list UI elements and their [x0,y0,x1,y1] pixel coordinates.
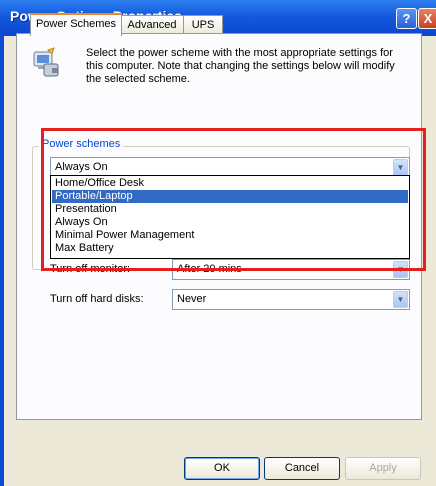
scheme-option-home-office-desk[interactable]: Home/Office Desk [52,177,408,190]
power-scheme-icon [30,46,64,80]
scheme-option-max-battery[interactable]: Max Battery [52,242,408,255]
scheme-option-portable-laptop[interactable]: Portable/Laptop [52,190,408,203]
chevron-down-icon[interactable]: ▼ [393,291,408,308]
tab-ups[interactable]: UPS [183,15,223,34]
scheme-option-minimal-power-management[interactable]: Minimal Power Management [52,229,408,242]
close-button[interactable]: X [418,8,436,29]
scheme-option-presentation[interactable]: Presentation [52,203,408,216]
chevron-down-icon[interactable]: ▼ [393,159,408,176]
ok-button[interactable]: OK [184,457,260,480]
tab-power-schemes[interactable]: Power Schemes [30,13,122,36]
power-schemes-group-label: Power schemes [39,138,124,150]
hard-disks-label: Turn off hard disks: [50,293,144,305]
monitor-label: Turn off monitor: [50,263,131,275]
apply-button[interactable]: Apply [345,457,421,480]
help-button[interactable]: ? [396,8,417,29]
cancel-button[interactable]: Cancel [264,457,340,480]
scheme-option-always-on[interactable]: Always On [52,216,408,229]
power-schemes-list[interactable]: Home/Office Desk Portable/Laptop Present… [50,175,410,259]
hard-disks-timeout-dropdown[interactable]: Never ▼ [172,289,410,310]
monitor-timeout-value: After 20 mins [177,263,242,275]
monitor-timeout-dropdown[interactable]: After 20 mins ▼ [172,259,410,280]
tab-advanced[interactable]: Advanced [120,15,184,34]
scheme-description: Select the power scheme with the most ap… [86,47,395,85]
hard-disks-timeout-value: Never [177,293,207,305]
chevron-down-icon[interactable]: ▼ [393,261,408,278]
